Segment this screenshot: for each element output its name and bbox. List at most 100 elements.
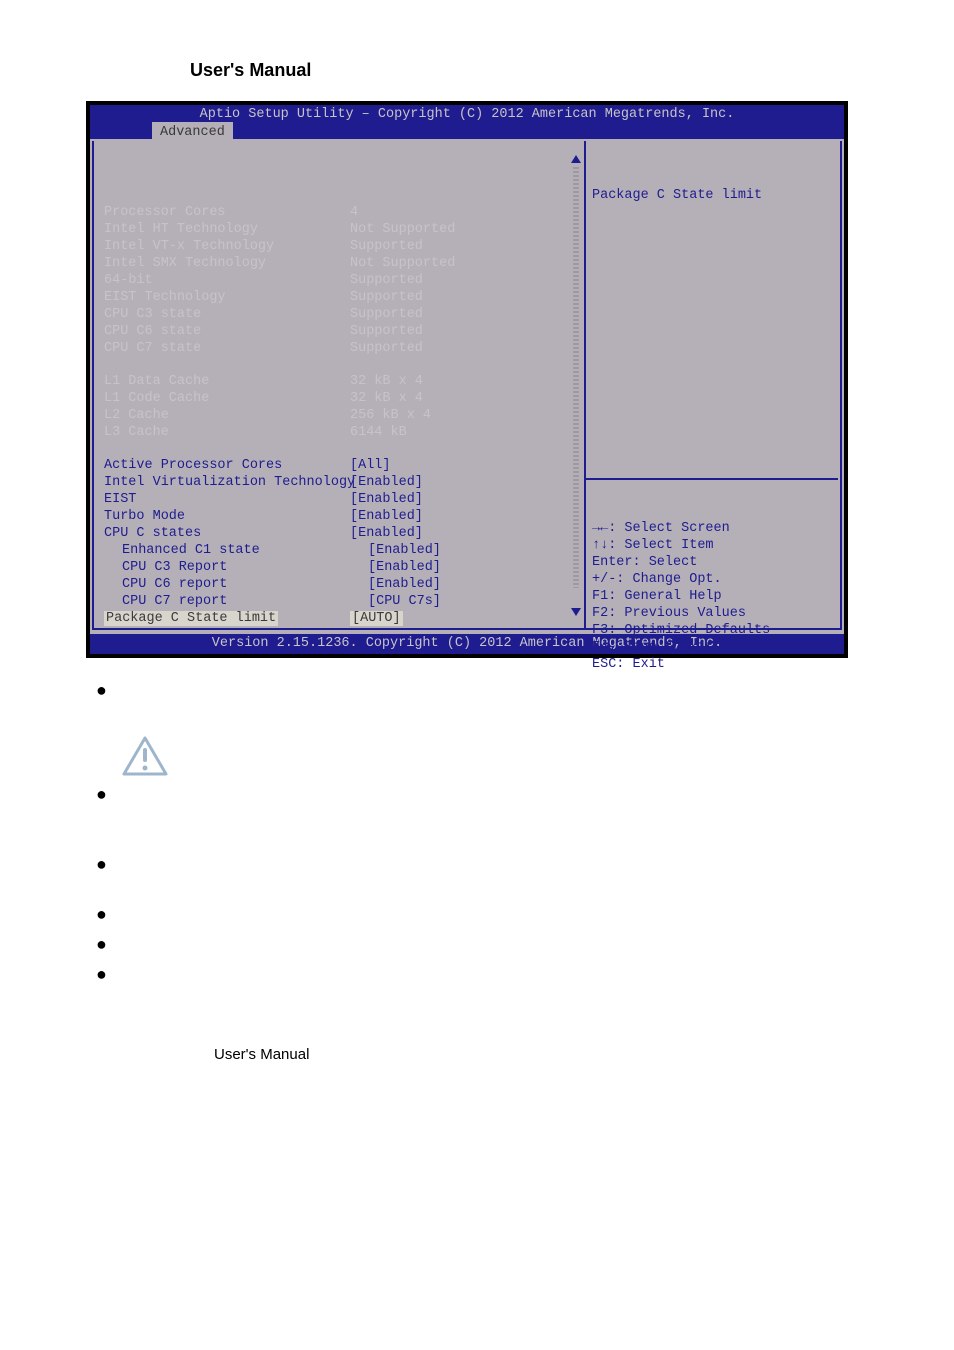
warning-icon [122, 736, 168, 776]
bios-row[interactable]: Intel Virtualization Technology[Enabled] [104, 474, 578, 491]
row-value: 32 kB x 4 [350, 390, 578, 407]
bios-row: 64-bitSupported [104, 272, 578, 289]
key-hint: F3: Optimized Defaults [592, 622, 832, 639]
row-label: CPU C7 report [104, 593, 368, 610]
row-label: 64-bit [104, 272, 350, 289]
row-label: CPU C3 state [104, 306, 350, 323]
bullet-icon: ● [96, 906, 114, 922]
bios-row[interactable]: Enhanced C1 state[Enabled] [104, 542, 578, 559]
scroll-track[interactable] [573, 167, 579, 588]
row-value: Not Supported [350, 255, 578, 272]
row-label: Active Processor Cores [104, 457, 350, 474]
doc-text [118, 856, 818, 896]
row-value: [Enabled] [368, 559, 578, 576]
bullet-icon: ● [96, 856, 114, 872]
scroll-up-icon[interactable] [571, 155, 581, 163]
bullet-icon: ● [96, 682, 114, 698]
bullet-icon: ● [96, 786, 114, 802]
doc-text [118, 906, 818, 926]
bios-row[interactable]: Turbo Mode[Enabled] [104, 508, 578, 525]
row-value: [All] [350, 457, 578, 474]
row-value: Supported [350, 306, 578, 323]
bios-row[interactable]: CPU C6 report[Enabled] [104, 576, 578, 593]
row-value: [AUTO] [350, 611, 403, 626]
doc-item-5: ● [96, 936, 868, 956]
bios-row[interactable]: EIST[Enabled] [104, 491, 578, 508]
row-label: Intel HT Technology [104, 221, 350, 238]
doc-item-2: ● [96, 786, 868, 846]
warning-block [96, 732, 868, 776]
doc-list: ● ● ● ● ● ● [96, 682, 868, 986]
row-label: EIST Technology [104, 289, 350, 306]
scroll-down-icon[interactable] [571, 608, 581, 616]
key-hint: ESC: Exit [592, 656, 832, 673]
key-hint: Enter: Select [592, 554, 832, 571]
bios-row: CPU C3 stateSupported [104, 306, 578, 323]
row-label: Turbo Mode [104, 508, 350, 525]
doc-text [118, 966, 818, 986]
key-hint: F4: Save & Exit [592, 639, 832, 656]
key-hint: F2: Previous Values [592, 605, 832, 622]
row-label: Package C State limit [104, 611, 278, 626]
bios-row: Intel SMX TechnologyNot Supported [104, 255, 578, 272]
row-label: L1 Data Cache [104, 373, 350, 390]
bios-row: EIST TechnologySupported [104, 289, 578, 306]
row-label: L3 Cache [104, 424, 350, 441]
bios-row: Intel HT TechnologyNot Supported [104, 221, 578, 238]
row-value: [Enabled] [350, 525, 578, 542]
row-label: Intel Virtualization Technology [104, 474, 350, 491]
row-value: [Enabled] [368, 576, 578, 593]
scrollbar[interactable] [571, 155, 581, 588]
doc-item-4: ● [96, 906, 868, 926]
doc-item-3: ● [96, 856, 868, 896]
bios-row: L3 Cache6144 kB [104, 424, 578, 441]
bullet-icon: ● [96, 966, 114, 982]
doc-text [118, 786, 818, 846]
row-label: Enhanced C1 state [104, 542, 368, 559]
row-value: [CPU C7s] [368, 593, 578, 610]
bios-row: L1 Code Cache32 kB x 4 [104, 390, 578, 407]
doc-item-6: ● [96, 966, 868, 986]
bios-row: Processor Cores4 [104, 204, 578, 221]
bios-window: Aptio Setup Utility – Copyright (C) 2012… [86, 101, 848, 658]
bullet-icon: ● [96, 936, 114, 952]
bios-row[interactable]: CPU C3 Report[Enabled] [104, 559, 578, 576]
row-value: [Enabled] [368, 542, 578, 559]
row-value: 256 kB x 4 [350, 407, 578, 424]
row-label: L2 Cache [104, 407, 350, 424]
row-value: 6144 kB [350, 424, 578, 441]
key-hint: +/-: Change Opt. [592, 571, 832, 588]
row-value: [Enabled] [350, 508, 578, 525]
doc-text [118, 936, 818, 956]
row-value: 32 kB x 4 [350, 373, 578, 390]
row-value: Not Supported [350, 221, 578, 238]
row-label: Intel SMX Technology [104, 255, 350, 272]
row-value: Supported [350, 289, 578, 306]
bios-top-bar: Aptio Setup Utility – Copyright (C) 2012… [90, 105, 844, 141]
bios-row[interactable]: CPU C7 report[CPU C7s] [104, 593, 578, 610]
bios-title: Aptio Setup Utility – Copyright (C) 2012… [90, 105, 844, 123]
row-value: Supported [350, 340, 578, 357]
row-label: Intel VT-x Technology [104, 238, 350, 255]
key-hint: F1: General Help [592, 588, 832, 605]
help-title: Package C State limit [592, 187, 832, 204]
row-value: Supported [350, 272, 578, 289]
bios-left-pane: Processor Cores4Intel HT TechnologyNot S… [94, 141, 584, 628]
row-label: CPU C6 state [104, 323, 350, 340]
bios-row[interactable]: Active Processor Cores[All] [104, 457, 578, 474]
row-value: [Enabled] [350, 491, 578, 508]
page-footer: User's Manual [214, 1046, 868, 1063]
bios-row: CPU C7 stateSupported [104, 340, 578, 357]
bios-row: CPU C6 stateSupported [104, 323, 578, 340]
row-value: Supported [350, 238, 578, 255]
tab-advanced[interactable]: Advanced [152, 122, 233, 141]
row-label: CPU C7 state [104, 340, 350, 357]
bios-row-selected[interactable]: Package C State limit [AUTO] [104, 610, 578, 627]
row-value: Supported [350, 323, 578, 340]
bios-row[interactable]: CPU C states[Enabled] [104, 525, 578, 542]
right-divider [586, 478, 838, 480]
row-value: [Enabled] [350, 474, 578, 491]
bios-row: Intel VT-x TechnologySupported [104, 238, 578, 255]
bios-row: L1 Data Cache32 kB x 4 [104, 373, 578, 390]
bios-row: L2 Cache256 kB x 4 [104, 407, 578, 424]
